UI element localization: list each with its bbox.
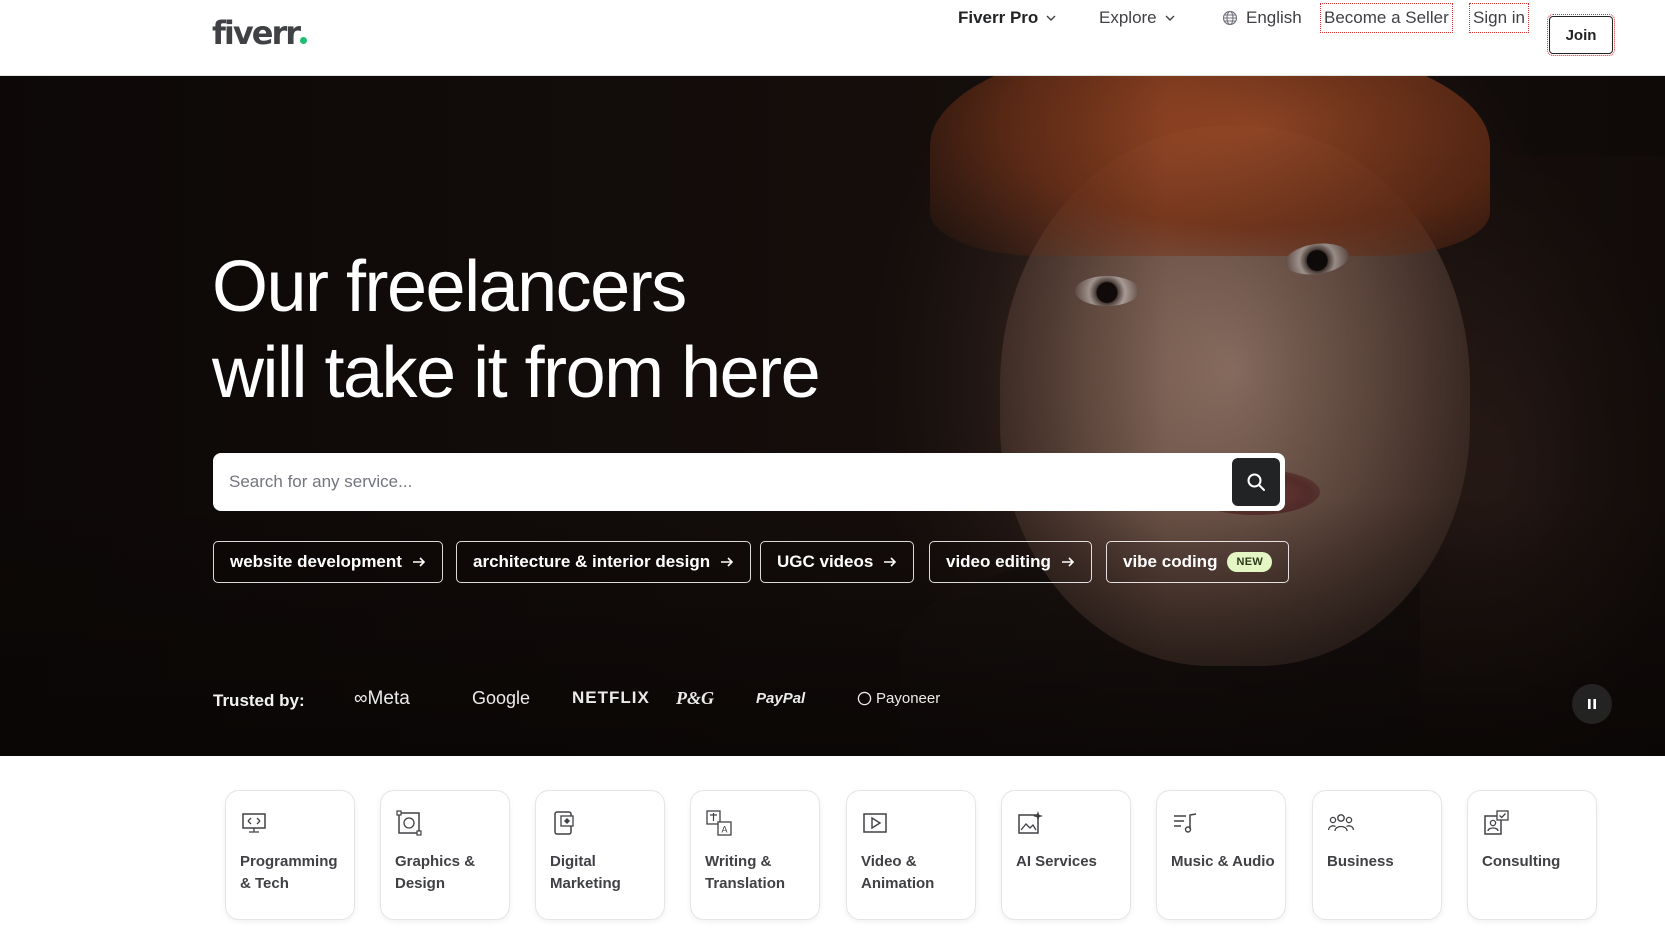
arrow-right-icon bbox=[1061, 557, 1074, 567]
ai-icon bbox=[1018, 811, 1043, 834]
brand-logo-meta: ∞Meta bbox=[354, 688, 410, 709]
sign-in-link[interactable]: Sign in bbox=[1469, 3, 1529, 33]
arrow-right-icon bbox=[412, 557, 426, 567]
explore-menu[interactable]: Explore bbox=[1099, 0, 1175, 36]
pill-website-development[interactable]: website development bbox=[213, 541, 443, 583]
fiverr-pro-label: Fiverr Pro bbox=[958, 8, 1039, 27]
programming-icon bbox=[242, 813, 266, 833]
fiverr-logo[interactable]: fiverr bbox=[212, 14, 308, 52]
headline-line-1: Our freelancers bbox=[212, 247, 687, 327]
category-consulting[interactable]: Consulting bbox=[1467, 790, 1597, 920]
join-button[interactable]: Join bbox=[1547, 14, 1615, 56]
arrow-right-icon bbox=[721, 557, 734, 567]
pill-label: video editing bbox=[946, 552, 1051, 571]
explore-label: Explore bbox=[1099, 8, 1157, 27]
category-label: Music & Audio bbox=[1171, 853, 1275, 870]
pill-ugc-videos[interactable]: UGC videos bbox=[760, 541, 915, 583]
pill-architecture-interior-design[interactable]: architecture & interior design bbox=[456, 541, 752, 583]
language-label: English bbox=[1246, 8, 1302, 27]
brand-logo-google: Google bbox=[472, 688, 531, 708]
category-ai-services[interactable]: AI Services bbox=[1001, 790, 1131, 920]
pill-label: UGC videos bbox=[777, 552, 874, 571]
site-header: fiverr Fiverr Pro Explore English Become… bbox=[0, 0, 1665, 76]
become-seller-link[interactable]: Become a Seller bbox=[1320, 3, 1453, 33]
category-writing-translation[interactable]: A Writing & Translation bbox=[690, 790, 820, 920]
pill-vibe-coding[interactable]: vibe coding NEW bbox=[1106, 541, 1290, 583]
pill-label: website development bbox=[230, 552, 402, 571]
consulting-icon bbox=[1484, 810, 1509, 835]
payoneer-circle-icon bbox=[857, 691, 872, 706]
category-video-animation[interactable]: Video & Animation bbox=[846, 790, 976, 920]
language-selector[interactable]: English bbox=[1222, 0, 1302, 36]
category-graphics-design[interactable]: Graphics & Design bbox=[380, 790, 510, 920]
category-label: Programming & Tech bbox=[240, 853, 338, 892]
search-input[interactable] bbox=[229, 453, 1209, 511]
category-label: Business bbox=[1327, 853, 1394, 870]
headline-line-2: will take it from here bbox=[212, 333, 821, 413]
new-badge: NEW bbox=[1227, 552, 1273, 572]
category-business[interactable]: Business bbox=[1312, 790, 1442, 920]
chevron-down-icon bbox=[1046, 15, 1056, 21]
pause-video-button[interactable] bbox=[1572, 684, 1612, 724]
category-programming-tech[interactable]: Programming & Tech bbox=[225, 790, 355, 920]
pill-label: vibe coding bbox=[1123, 552, 1218, 571]
business-icon bbox=[1327, 814, 1355, 832]
graphics-icon bbox=[396, 810, 422, 836]
chevron-down-icon bbox=[1165, 15, 1175, 21]
music-icon bbox=[1174, 813, 1197, 833]
video-icon bbox=[863, 813, 887, 833]
category-label: Digital Marketing bbox=[550, 853, 621, 892]
brand-logo-payoneer: Payoneer bbox=[857, 690, 940, 707]
svg-text:A: A bbox=[721, 825, 727, 835]
arrow-right-icon bbox=[884, 557, 897, 567]
translation-icon: A bbox=[706, 810, 732, 836]
pause-icon bbox=[1588, 699, 1596, 709]
category-label: Graphics & Design bbox=[395, 853, 476, 892]
category-label: Consulting bbox=[1482, 853, 1561, 870]
pill-label: architecture & interior design bbox=[473, 552, 711, 571]
category-label: Video & Animation bbox=[861, 853, 935, 892]
hero-bottom-gradient bbox=[0, 496, 1665, 756]
brand-logo-netflix: NETFLIX bbox=[572, 688, 650, 707]
brand-logo-pg: P&G bbox=[676, 688, 714, 708]
trusted-by-label: Trusted by: bbox=[213, 691, 305, 710]
globe-icon bbox=[1222, 10, 1238, 26]
pill-video-editing[interactable]: video editing bbox=[929, 541, 1092, 583]
category-label: AI Services bbox=[1016, 853, 1097, 870]
fiverr-pro-menu[interactable]: Fiverr Pro bbox=[958, 0, 1056, 36]
hero-headline: Our freelancers will take it from here bbox=[212, 244, 1112, 416]
search-bar bbox=[213, 453, 1285, 511]
search-icon bbox=[1247, 473, 1265, 491]
brand-logo-paypal: PayPal bbox=[756, 690, 806, 707]
category-digital-marketing[interactable]: Digital Marketing bbox=[535, 790, 665, 920]
marketing-icon bbox=[554, 811, 574, 835]
search-button[interactable] bbox=[1232, 458, 1280, 506]
logo-dot bbox=[300, 37, 308, 44]
category-music-audio[interactable]: Music & Audio bbox=[1156, 790, 1286, 920]
category-label: Writing & Translation bbox=[705, 853, 786, 892]
hero-video: Our freelancers will take it from here w… bbox=[0, 76, 1665, 756]
